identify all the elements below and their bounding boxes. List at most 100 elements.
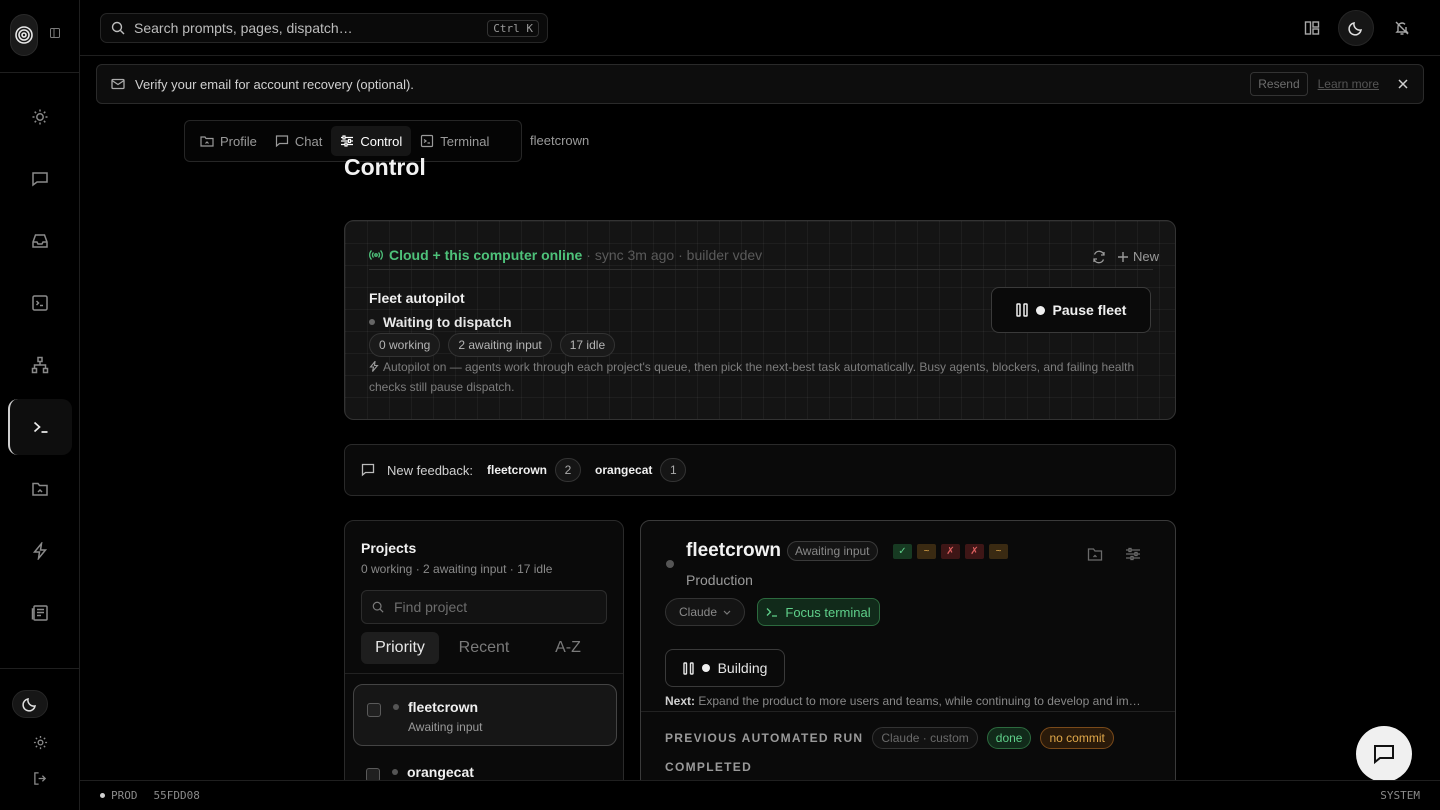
gear-icon[interactable] <box>24 726 56 758</box>
learn-more-link[interactable]: Learn more <box>1318 77 1379 91</box>
sun-icon[interactable] <box>24 101 56 133</box>
left-rail <box>0 0 80 810</box>
project-detail-panel: fleetcrown Awaiting input ✓ ~ ✗ ✗ ~ Prod… <box>640 520 1176 810</box>
sort-priority[interactable]: Priority <box>361 632 439 664</box>
prompt-icon <box>766 608 778 617</box>
tab-profile[interactable]: Profile <box>191 126 266 156</box>
pause-icon <box>1015 303 1028 317</box>
sitemap-icon[interactable] <box>24 349 56 381</box>
spiral-logo-icon[interactable] <box>10 14 38 56</box>
search-input[interactable]: Search prompts, pages, dispatch… Ctrl K <box>100 13 548 43</box>
building-label: Building <box>717 660 768 676</box>
breadcrumb[interactable]: fleetcrown <box>530 133 589 148</box>
new-button[interactable]: New <box>1117 249 1159 264</box>
tab-label: Chat <box>294 133 323 149</box>
focus-terminal-button[interactable]: Focus terminal <box>757 598 880 626</box>
feedback-project-link[interactable]: fleetcrown <box>487 463 547 477</box>
chat-fab-button[interactable] <box>1356 726 1412 782</box>
chat-icon <box>1374 745 1394 765</box>
check-warn-chip: ~ <box>989 544 1008 559</box>
comment-icon <box>361 463 375 477</box>
layout-icon[interactable] <box>1298 14 1326 42</box>
theme-toggle-moon-icon[interactable] <box>1338 10 1374 46</box>
building-button[interactable]: Building <box>665 649 785 687</box>
top-bar: Search prompts, pages, dispatch… Ctrl K <box>80 0 1440 56</box>
autopilot-description: Autopilot on — agents work through each … <box>369 357 1149 397</box>
status-dot <box>393 704 399 710</box>
search-icon <box>111 21 125 35</box>
sidebar-toggle-icon[interactable] <box>50 28 64 42</box>
folder-icon[interactable] <box>24 473 56 505</box>
sliders-icon <box>341 135 354 147</box>
tab-chat[interactable]: Chat <box>266 126 331 156</box>
bell-off-icon[interactable] <box>1388 14 1416 42</box>
close-icon[interactable] <box>1397 78 1409 90</box>
project-name: orangecat <box>407 764 474 780</box>
check-warn-chip: ~ <box>917 544 936 559</box>
chat-icon[interactable] <box>24 163 56 195</box>
sort-toggle: Priority Recent A-Z <box>361 632 607 664</box>
feedback-count-badge: 1 <box>660 458 687 482</box>
check-pass-chip: ✓ <box>893 544 912 559</box>
pause-fleet-button[interactable]: Pause fleet <box>991 287 1151 333</box>
dispatch-status-label: Waiting to dispatch <box>383 314 512 330</box>
agent-select-value: Claude <box>678 605 718 619</box>
focus-terminal-label: Focus terminal <box>785 604 871 620</box>
sort-az[interactable]: A-Z <box>529 632 607 664</box>
environment-label: Production <box>686 572 753 588</box>
check-fail-chip: ✗ <box>941 544 960 559</box>
project-status: Awaiting input <box>408 720 483 734</box>
env-dot <box>100 793 105 798</box>
moon-icon[interactable] <box>12 690 48 718</box>
next-task: Next: Expand the product to more users a… <box>665 694 1155 708</box>
rail-divider <box>0 668 79 669</box>
previous-run-heading: PREVIOUS AUTOMATED RUN <box>665 731 864 745</box>
project-row[interactable]: fleetcrown Awaiting input <box>353 684 617 746</box>
tab-label: Profile <box>220 133 257 149</box>
tab-terminal[interactable]: Terminal <box>411 126 498 156</box>
status-dot <box>369 319 375 325</box>
terminal-box-icon[interactable] <box>24 287 56 319</box>
logout-icon[interactable] <box>24 762 56 794</box>
dispatch-status: Waiting to dispatch <box>369 314 512 330</box>
theme-label[interactable]: SYSTEM <box>1380 789 1420 802</box>
status-dot <box>666 560 674 568</box>
broadcast-icon <box>369 250 383 260</box>
newspaper-icon[interactable] <box>24 597 56 629</box>
refresh-icon[interactable] <box>1092 250 1106 264</box>
tab-label: Control <box>360 133 403 149</box>
prompt-icon[interactable] <box>8 399 72 455</box>
resend-button[interactable]: Resend <box>1250 72 1308 96</box>
connection-status: Cloud + this computer online · sync 3m a… <box>369 247 762 263</box>
sliders-icon[interactable] <box>1125 546 1141 562</box>
tab-control[interactable]: Control <box>331 126 412 156</box>
feedback-project-link[interactable]: orangecat <box>595 463 652 477</box>
working-count-pill: 0 working <box>369 333 441 357</box>
folder-icon <box>200 136 214 147</box>
chevron-down-icon <box>723 610 731 615</box>
completed-heading: COMPLETED <box>665 760 753 774</box>
next-task-text: Expand the product to more users and tea… <box>698 694 1141 708</box>
bolt-icon <box>369 361 379 372</box>
tab-label: Terminal <box>440 133 490 149</box>
plus-icon <box>1117 251 1128 262</box>
divider <box>345 673 623 674</box>
pause-fleet-label: Pause fleet <box>1052 302 1127 318</box>
project-checkbox[interactable] <box>367 703 381 717</box>
fleet-autopilot-card: Cloud + this computer online · sync 3m a… <box>344 220 1176 420</box>
inbox-icon[interactable] <box>24 225 56 257</box>
projects-summary: 0 working · 2 awaiting input · 17 idle <box>361 562 553 576</box>
bolt-icon[interactable] <box>24 535 56 567</box>
check-fail-chip: ✗ <box>965 544 984 559</box>
sort-recent[interactable]: Recent <box>439 632 529 664</box>
status-dot <box>392 769 398 775</box>
status-dot <box>1035 305 1045 315</box>
new-label: New <box>1132 249 1159 264</box>
folder-icon[interactable] <box>1087 546 1103 562</box>
status-dot <box>701 664 710 672</box>
find-project-input[interactable]: Find project <box>361 590 607 624</box>
feedback-count-badge: 2 <box>555 458 582 482</box>
agent-select[interactable]: Claude <box>665 598 745 626</box>
search-icon <box>372 601 384 613</box>
detail-actions <box>1087 546 1141 562</box>
